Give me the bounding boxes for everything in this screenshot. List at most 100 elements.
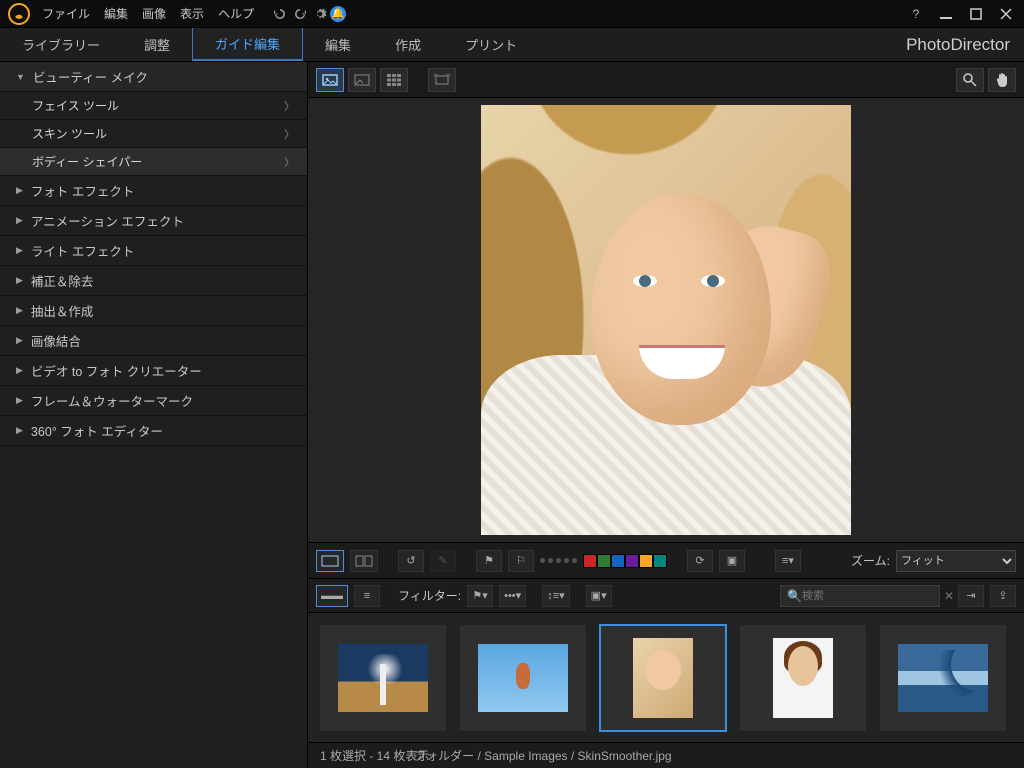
main-tabs: ライブラリー 調整 ガイド編集 編集 作成 プリント PhotoDirector (0, 28, 1024, 62)
menu-view[interactable]: 表示 (180, 5, 204, 22)
thumbnail[interactable] (320, 625, 446, 731)
minimize-button[interactable] (936, 4, 956, 24)
stack-button[interactable]: ▣▾ (586, 585, 612, 607)
cat-label: 抽出＆作成 (31, 301, 94, 320)
redo-icon[interactable] (290, 4, 310, 24)
cat-label: ライト エフェクト (31, 241, 134, 260)
filter-label: フィルター: (398, 587, 461, 604)
cat-label: 補正＆除去 (31, 271, 94, 290)
tab-print[interactable]: プリント (443, 28, 539, 61)
compare-mode-a-button[interactable] (316, 550, 344, 572)
tab-library[interactable]: ライブラリー (0, 28, 122, 61)
cat-photo-effect[interactable]: ▶フォト エフェクト (0, 176, 307, 206)
zoom-select[interactable]: フィット (896, 550, 1016, 572)
cat-beauty-make-label: ビューティー メイク (33, 67, 148, 86)
file-path: フォルダー / Sample Images / SkinSmoother.jpg (414, 747, 671, 764)
thumb-size-a-button[interactable]: ▬▬ (316, 585, 348, 607)
chevron-right-icon: 〉 (284, 126, 295, 142)
tab-edit[interactable]: 編集 (303, 28, 373, 61)
share-button[interactable]: ⇪ (990, 585, 1016, 607)
clear-search-icon[interactable]: ✕ (944, 589, 954, 603)
refresh-button[interactable]: ⟳ (687, 550, 713, 572)
viewer-toolbar (308, 62, 1024, 98)
thumbnail[interactable] (880, 625, 1006, 731)
search-icon: 🔍 (787, 589, 802, 603)
search-input[interactable] (802, 590, 944, 602)
menu-help[interactable]: ヘルプ (218, 5, 254, 22)
sub-skin-tool[interactable]: スキン ツール 〉 (0, 120, 307, 148)
cat-video-to-photo[interactable]: ▶ビデオ to フォト クリエーター (0, 356, 307, 386)
view-single-button[interactable] (316, 68, 344, 92)
cat-frame-watermark[interactable]: ▶フレーム＆ウォーターマーク (0, 386, 307, 416)
thumbnail[interactable] (740, 625, 866, 731)
image-viewer[interactable] (308, 98, 1024, 542)
brand-name: PhotoDirector (892, 28, 1024, 61)
rating-stars[interactable] (540, 558, 577, 563)
status-bar: 1 枚選択 - 14 枚表示 フォルダー / Sample Images / S… (308, 742, 1024, 768)
tab-create[interactable]: 作成 (373, 28, 443, 61)
cat-image-merge[interactable]: ▶画像結合 (0, 326, 307, 356)
sub-face-tool[interactable]: フェイス ツール〉 (0, 92, 307, 120)
rotate-button[interactable]: ↺ (398, 550, 424, 572)
notification-bell-icon[interactable]: 🔔 (330, 6, 346, 22)
reject-button[interactable]: ⚐ (508, 550, 534, 572)
slideshow-button[interactable]: ▣ (719, 550, 745, 572)
content-area: ↺ ✎ ⚑ ⚐ ⟳ ▣ ≡▾ ズーム: フィット ▬▬ ≡ フィルター: ⚑▾ (308, 62, 1024, 768)
flag-button[interactable]: ⚑ (476, 550, 502, 572)
thumbnail-selected[interactable] (600, 625, 726, 731)
cat-label: 360° フォト エディター (31, 421, 163, 440)
sub-skin-tool-label: スキン ツール (32, 125, 107, 142)
app-logo (8, 3, 30, 25)
sub-body-shaper-label: ボディー シェイパー (32, 153, 142, 170)
sort-button[interactable]: ↕≡▾ (542, 585, 569, 607)
main-photo (481, 105, 851, 535)
cat-correct-remove[interactable]: ▶補正＆除去 (0, 266, 307, 296)
lower-toolbar: ↺ ✎ ⚑ ⚐ ⟳ ▣ ≡▾ ズーム: フィット (308, 542, 1024, 578)
cat-label: フレーム＆ウォーターマーク (31, 391, 193, 410)
titlebar: ファイル 編集 画像 表示 ヘルプ 🔔 ? (0, 0, 1024, 28)
sub-face-tool-label: フェイス ツール (32, 97, 119, 114)
cat-extract-create[interactable]: ▶抽出＆作成 (0, 296, 307, 326)
zoom-label: ズーム: (851, 552, 890, 569)
cat-animation-effect[interactable]: ▶アニメーション エフェクト (0, 206, 307, 236)
tab-guided-edit[interactable]: ガイド編集 (192, 28, 303, 61)
cat-label: フォト エフェクト (31, 181, 134, 200)
cat-light-effect[interactable]: ▶ライト エフェクト (0, 236, 307, 266)
cat-beauty-make[interactable]: ▼ビューティー メイク (0, 62, 307, 92)
chevron-right-icon: 〉 (284, 154, 295, 170)
histogram-button[interactable]: ≡▾ (775, 550, 801, 572)
menu-edit[interactable]: 編集 (104, 5, 128, 22)
side-panel: ▼ビューティー メイク フェイス ツール〉 スキン ツール〉 ボディー シェイパ… (0, 62, 308, 768)
close-button[interactable] (996, 4, 1016, 24)
filter-flag-button[interactable]: ⚑▾ (467, 585, 493, 607)
compare-mode-b-button[interactable] (350, 550, 378, 572)
menu-image[interactable]: 画像 (142, 5, 166, 22)
thumbnail[interactable] (460, 625, 586, 731)
thumb-size-b-button[interactable]: ≡ (354, 585, 380, 607)
filmstrip-toolbar: ▬▬ ≡ フィルター: ⚑▾ •••▾ ↕≡▾ ▣▾ 🔍 ✕ ⇥ ⇪ (308, 578, 1024, 612)
crop-button[interactable]: ✎ (430, 550, 456, 572)
cat-label: 画像結合 (31, 331, 81, 350)
settings-icon[interactable] (310, 4, 330, 24)
cat-label: アニメーション エフェクト (31, 211, 184, 230)
help-icon[interactable]: ? (906, 4, 926, 24)
pan-tool-button[interactable] (988, 68, 1016, 92)
color-labels[interactable] (583, 554, 667, 568)
undo-icon[interactable] (270, 4, 290, 24)
view-compare-button[interactable] (348, 68, 376, 92)
maximize-button[interactable] (966, 4, 986, 24)
search-box[interactable]: 🔍 ✕ (780, 585, 940, 607)
menubar: ファイル 編集 画像 表示 ヘルプ (42, 5, 254, 22)
view-fullscreen-button[interactable] (428, 68, 456, 92)
filmstrip[interactable] (308, 612, 1024, 742)
tab-adjust[interactable]: 調整 (122, 28, 192, 61)
sub-body-shaper[interactable]: ボディー シェイパー 〉 (0, 148, 307, 176)
zoom-tool-button[interactable] (956, 68, 984, 92)
cat-label: ビデオ to フォト クリエーター (31, 361, 202, 380)
view-grid-button[interactable] (380, 68, 408, 92)
filter-rating-button[interactable]: •••▾ (499, 585, 526, 607)
cat-360-editor[interactable]: ▶360° フォト エディター (0, 416, 307, 446)
selection-count: 1 枚選択 - 14 枚表示 (320, 747, 429, 764)
export-button[interactable]: ⇥ (958, 585, 984, 607)
menu-file[interactable]: ファイル (42, 5, 90, 22)
